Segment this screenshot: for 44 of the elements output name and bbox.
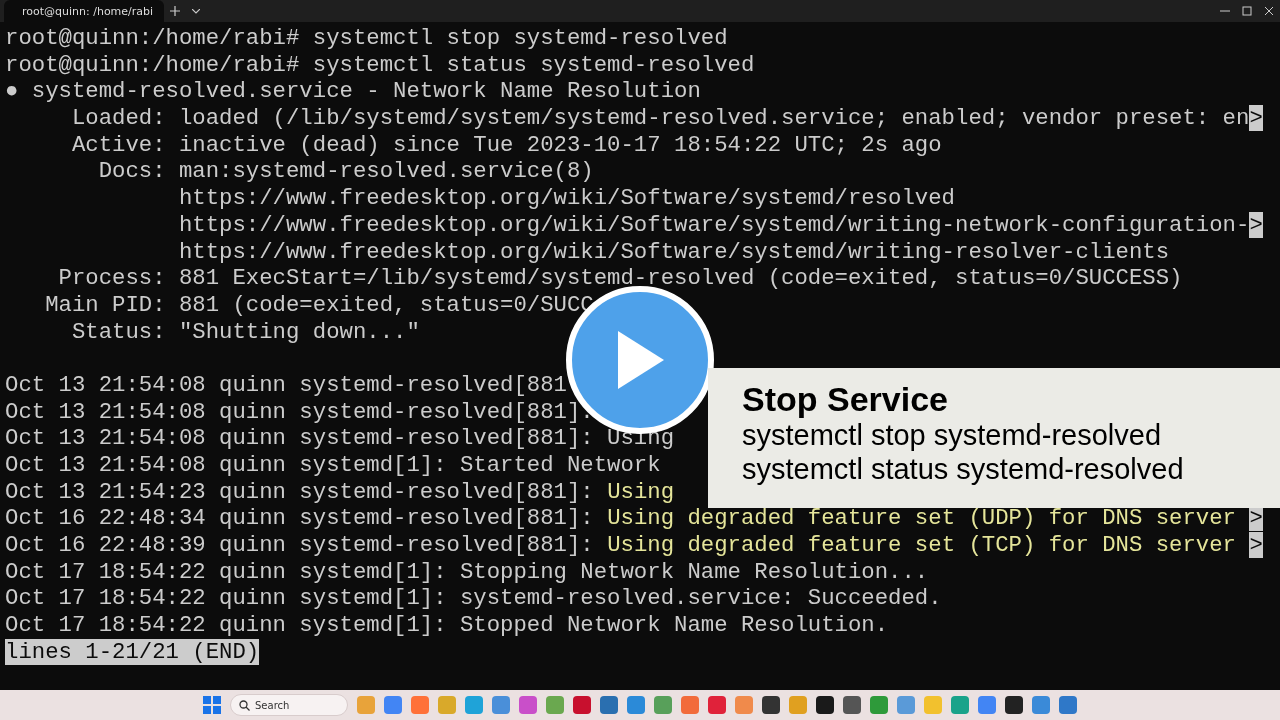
pager-status: lines 1-21/21 (END)	[5, 638, 260, 665]
terminal-text: Status: "Shutting down..."	[70, 318, 420, 345]
caption-line: systemctl status systemd-resolved	[742, 452, 1185, 486]
terminal-text: https://www.freedesktop.org/wiki/Software/systemd/writing-network-configuration-	[177, 211, 1250, 238]
search-icon	[239, 700, 250, 711]
terminal-tab[interactable]: root@quinn: /home/rabi	[4, 0, 164, 22]
terminal-text: Process: 881 ExecStart=/lib/systemd/systemd-resolved (code=exited, status=0/SUCCESS)	[57, 265, 1183, 292]
app-icon[interactable]	[762, 696, 780, 714]
terminal-text: root@quinn:/home/rabi# systemctl status systemd-resolved	[5, 51, 755, 78]
caption-line: systemctl stop systemd-resolved	[742, 418, 1162, 452]
app-icon[interactable]	[1005, 696, 1023, 714]
terminal-text: Loaded: loaded (/lib/systemd/system/systemd-resolved.service; enabled; vendor preset: en	[70, 105, 1250, 132]
search-field[interactable]: Search	[230, 694, 348, 716]
close-icon	[1264, 6, 1274, 16]
warning-text: Using degraded feature set (UDP) for DNS server	[607, 505, 1237, 532]
terminal-text: Docs: man:systemd-resolved.service(8)	[97, 158, 594, 185]
warning-text: Using degraded feature set (TCP) for DNS server	[607, 532, 1237, 559]
terminal-text: https://www.freedesktop.org/wiki/Software/systemd/resolved	[177, 185, 955, 212]
terminal-text: Oct 16 22:48:34 quinn systemd-resolved[881]:	[5, 505, 595, 532]
app-icon[interactable]	[843, 696, 861, 714]
truncation-marker: >	[1249, 211, 1263, 238]
maximize-icon	[1242, 6, 1252, 16]
terminal-text: ● systemd-resolved.service - Network Name Resolution	[5, 78, 701, 105]
app-icon[interactable]	[816, 696, 834, 714]
terminal-text: root@quinn:/home/rabi# systemctl stop systemd-resolved	[5, 25, 728, 51]
plus-icon	[170, 6, 180, 16]
chevron-down-icon	[192, 8, 200, 14]
terminal-text: Oct 13 21:54:08 quinn systemd[1]: Started Network	[5, 452, 661, 478]
terminal-text: https://www.freedesktop.org/wiki/Software/systemd/writing-resolver-clients	[177, 238, 1170, 265]
caption-title: Stop Service	[742, 380, 949, 418]
terminal-text: Oct 17 18:54:22 quinn systemd[1]: Stopped Network Name Resolution.	[5, 612, 889, 639]
terminal-text: Oct 13 21:54:08 quinn systemd-resolved[881]:	[5, 398, 594, 425]
terminal-text: Main PID: 881 (code=exited, status=0/SUCC	[44, 291, 594, 318]
warning-text: Using	[607, 478, 675, 505]
terminal-text: Oct 13 21:54:08 quinn systemd-resolved[881	[5, 371, 567, 398]
truncation-marker: >	[1249, 105, 1263, 132]
terminal-text: Oct 17 18:54:22 quinn systemd[1]: Stopping Network Name Resolution...	[5, 558, 929, 585]
terminal-text: Active: inactive (dead) since Tue 2023-10-17 18:54:22 UTC; 2s ago	[70, 131, 942, 158]
terminal-text: Oct 16 22:48:39 quinn systemd-resolved[881]:	[5, 532, 595, 559]
terminal-text: Oct 17 18:54:22 quinn systemd[1]: systemd-resolved.service: Succeeded.	[5, 585, 942, 612]
terminal-text: Oct 13 21:54:23 quinn systemd-resolved[881]:	[5, 478, 595, 505]
truncation-marker: >	[1249, 532, 1263, 559]
start-icon[interactable]	[203, 696, 221, 714]
tab-title: root@quinn: /home/rabi	[22, 4, 154, 18]
